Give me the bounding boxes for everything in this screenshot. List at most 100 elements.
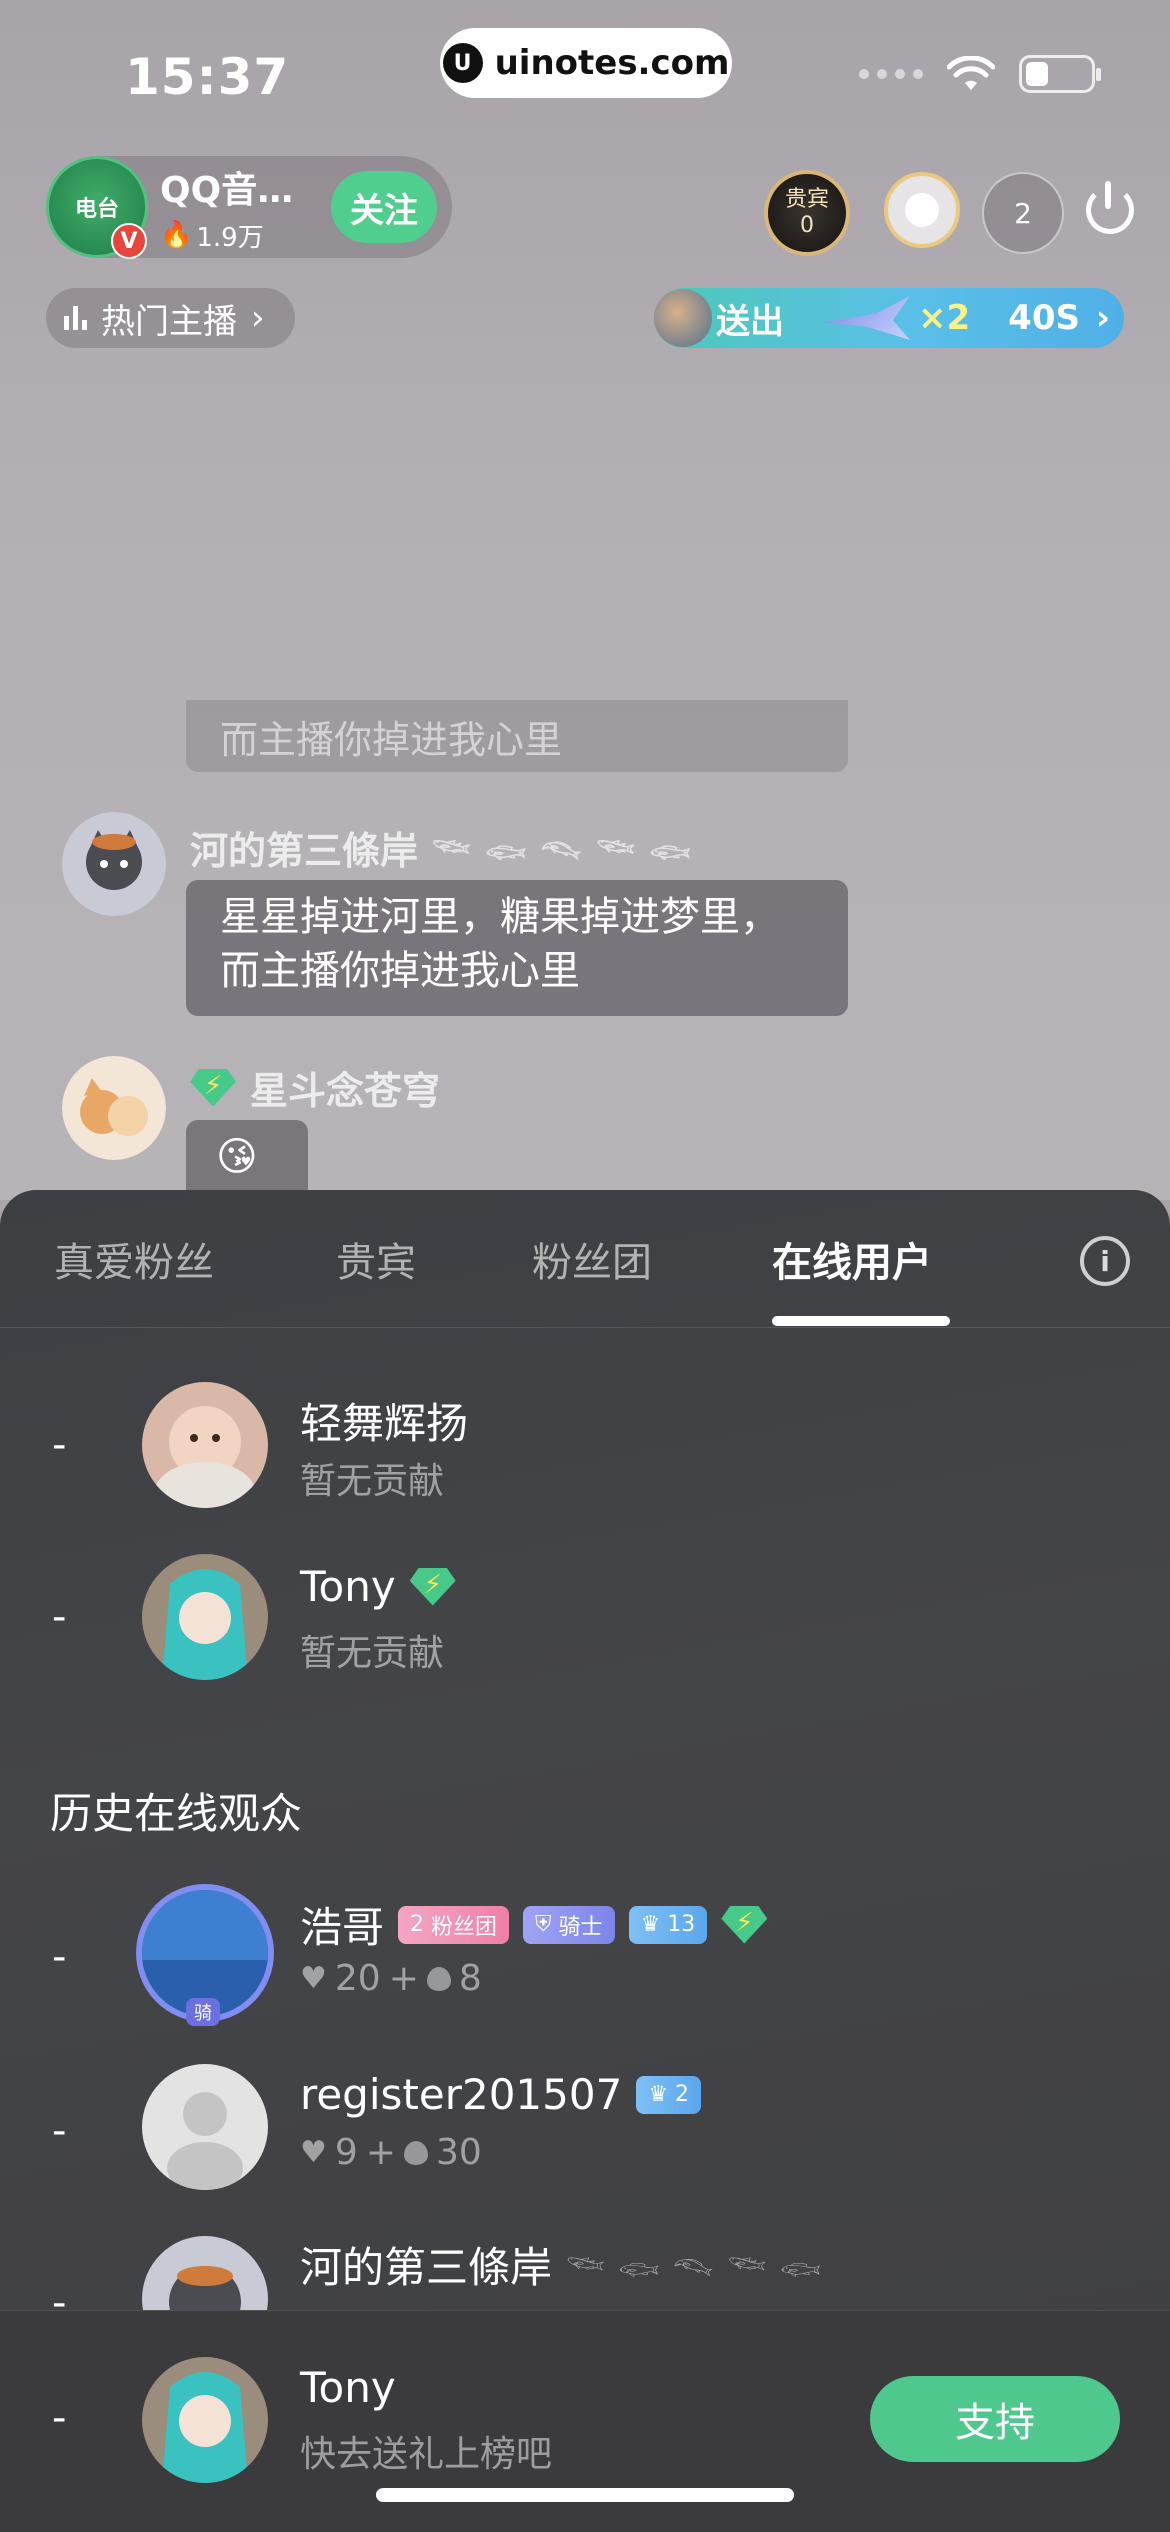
- online-count[interactable]: 2: [982, 172, 1064, 254]
- host-fans-count: 1.9万: [196, 222, 264, 253]
- host-avatar[interactable]: 电台 V: [46, 156, 148, 259]
- rank-text: -: [52, 1422, 67, 1468]
- vip-label: 贵宾: [784, 186, 829, 212]
- hot-host-button[interactable]: 热门主播 ›: [46, 288, 295, 348]
- status-time: 15:37: [125, 48, 290, 106]
- plus-sign: +: [388, 1958, 419, 1999]
- user-name: 轻舞辉扬: [300, 1399, 469, 1448]
- viewer-avatar[interactable]: [884, 172, 960, 248]
- hearts-count: 20: [334, 1958, 381, 1999]
- user-name: 河的第三條岸 𓆝 𓆟 𓆞 𓆝 𓆟: [300, 2234, 823, 2295]
- home-indicator[interactable]: [376, 2488, 794, 2502]
- crown-icon: ♛: [648, 2082, 669, 2107]
- avatar: [142, 1382, 268, 1508]
- tab-vip[interactable]: 贵宾: [336, 1230, 416, 1288]
- info-icon[interactable]: i: [1080, 1236, 1130, 1286]
- avatar: [142, 2236, 268, 2310]
- watermark-text: uinotes.com: [494, 43, 730, 83]
- drops-count: 8: [458, 1958, 482, 1999]
- chat-username[interactable]: 河的第三條岸 𓆝 𓆟 𓆞 𓆝 𓆟: [190, 820, 693, 875]
- fish-decoration-icon: 𓆝 𓆟 𓆞 𓆝 𓆟: [566, 2252, 824, 2288]
- gift-multiplier: ×2: [918, 298, 971, 338]
- fan-club-tag: 2 粉丝团: [398, 1905, 510, 1944]
- support-button[interactable]: 支持: [870, 2376, 1120, 2462]
- knight-tag: ⛨ 骑士: [523, 1905, 615, 1944]
- hearts-count: 9: [334, 2132, 358, 2173]
- vip-badge[interactable]: 贵宾 0: [764, 170, 850, 256]
- user-name: register201507 ♛ 2: [300, 2070, 702, 2119]
- user-name: 浩哥 2 粉丝团 ⛨ 骑士 ♛ 13 ⚡: [300, 1894, 768, 1955]
- host-name: QQ音…: [160, 169, 294, 211]
- list-item[interactable]: - 骑 浩哥 2 粉丝团 ⛨ 骑士 ♛ 13 ⚡ ♥ 20 + 8: [0, 1876, 1170, 2026]
- fan-tag-label: 粉丝团: [431, 1914, 498, 1940]
- host-info-bar[interactable]: 电台 V QQ音… 🔥 1.9万 关注: [46, 156, 452, 259]
- history-section-title: 历史在线观众: [50, 1789, 303, 1838]
- status-icons: [859, 55, 1101, 93]
- host-avatar-text: 电台: [74, 197, 119, 222]
- user-name-text: 河的第三條岸: [300, 2243, 553, 2292]
- chevron-right-icon: ›: [251, 298, 265, 338]
- user-name: Tony ⚡: [300, 1562, 456, 1611]
- gem-badge-icon: ⚡: [409, 1567, 456, 1606]
- list-item[interactable]: - register201507 ♛ 2 ♥ 9 + 30: [0, 2058, 1170, 2208]
- rank-text: -: [52, 2395, 67, 2441]
- shield-icon: ⛨: [535, 1912, 552, 1937]
- footer-hint: 快去送礼上榜吧: [300, 2434, 553, 2475]
- power-icon[interactable]: [1086, 181, 1134, 234]
- drops-count: 30: [435, 2132, 482, 2173]
- chat-message-line: 星星掉进河里，糖果掉进梦里，: [220, 894, 780, 940]
- follow-button[interactable]: 关注: [331, 171, 437, 243]
- tab-fan-club[interactable]: 粉丝团: [532, 1230, 652, 1288]
- contribution-stats: ♥ 20 + 8: [300, 1958, 482, 1999]
- chat-username-text: 河的第三條岸: [190, 829, 419, 873]
- plus-sign: +: [365, 2132, 396, 2173]
- uinotes-logo-icon: U: [442, 43, 483, 83]
- chat-avatar[interactable]: [62, 812, 166, 916]
- rank-text: -: [52, 2108, 67, 2154]
- sender-avatar: [654, 289, 712, 347]
- gift-banner[interactable]: 送出 ×2 40S ›: [654, 288, 1124, 348]
- fish-decoration-icon: 𓆝 𓆟 𓆞 𓆝 𓆟: [432, 835, 693, 871]
- rank-text: -: [52, 1934, 67, 1980]
- drop-icon: [403, 2140, 428, 2165]
- crown-level-tag: ♛ 13: [628, 1905, 708, 1944]
- heart-icon: ♥: [300, 1961, 327, 1996]
- battery-icon: [1019, 55, 1101, 93]
- user-name: Tony: [300, 2363, 396, 2412]
- user-name-text: register201507: [300, 2070, 623, 2119]
- avatar: [142, 2357, 268, 2483]
- fan-level: 2: [410, 1912, 425, 1937]
- avatar: [142, 2064, 268, 2190]
- crown-level-tag: ♛ 2: [636, 2075, 702, 2114]
- gem-badge-icon: ⚡: [190, 1068, 236, 1107]
- crown-level: 13: [667, 1912, 696, 1937]
- gem-badge-icon: ⚡: [721, 1905, 768, 1944]
- user-icon: [905, 193, 939, 227]
- hot-host-label: 热门主播: [101, 301, 237, 342]
- chat-bubble-previous: 而主播你掉进我心里: [186, 700, 848, 772]
- chat-username[interactable]: ⚡ 星斗念苍穹: [190, 1060, 440, 1115]
- flame-icon: 🔥: [160, 220, 193, 250]
- host-info: QQ音… 🔥 1.9万: [160, 161, 325, 254]
- list-item[interactable]: - Tony ⚡ 暂无贡献: [0, 1542, 1170, 1692]
- heart-icon: ♥: [300, 2135, 327, 2170]
- avatar: [142, 1554, 268, 1680]
- gift-countdown: 40S: [1008, 298, 1080, 338]
- chat-message-line: 而主播你掉进我心里: [220, 948, 580, 994]
- chevron-right-icon: ›: [1095, 298, 1110, 338]
- gift-sent-label: 送出: [716, 301, 784, 342]
- chart-bars-icon: [64, 306, 87, 330]
- rank-text: -: [52, 2280, 67, 2310]
- active-tab-indicator: [772, 1316, 950, 1326]
- chat-avatar[interactable]: [62, 1056, 166, 1160]
- tab-online-users[interactable]: 在线用户: [772, 1230, 932, 1288]
- vip-count: 0: [800, 213, 814, 238]
- tab-true-fans[interactable]: 真爱粉丝: [54, 1230, 214, 1288]
- list-item[interactable]: - 轻舞辉扬 暂无贡献: [0, 1370, 1170, 1520]
- chat-username-text: 星斗念苍穹: [250, 1069, 441, 1113]
- chat-bubble: 星星掉进河里，糖果掉进梦里， 而主播你掉进我心里: [186, 880, 848, 1016]
- crown-icon: ♛: [640, 1912, 661, 1937]
- list-item[interactable]: - 河的第三條岸 𓆝 𓆟 𓆞 𓆝 𓆟: [0, 2230, 1170, 2310]
- signal-icon: [859, 69, 923, 79]
- drop-icon: [426, 1966, 451, 1991]
